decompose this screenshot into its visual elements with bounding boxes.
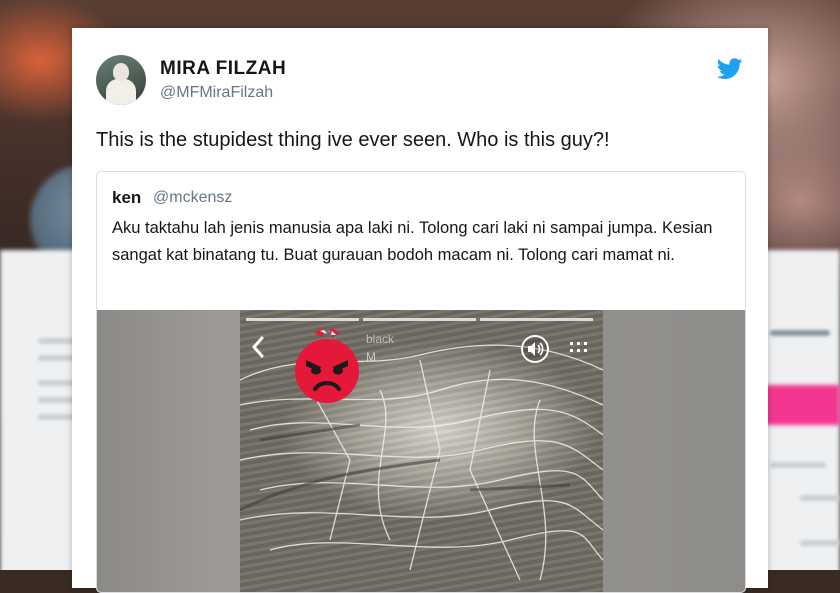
twitter-bird-icon[interactable] (717, 58, 743, 80)
volume-icon[interactable] (520, 334, 550, 364)
story-progress-2 (363, 318, 476, 321)
author-handle[interactable]: @MFMiraFilzah (160, 84, 273, 102)
story-progress-3 (480, 318, 593, 321)
tweet-card: MIRA FILZAH @MFMiraFilzah This is the st… (72, 28, 768, 593)
quoted-tweet-text: Aku taktahu lah jenis manusia apa laki n… (112, 219, 713, 264)
background-follow-button (760, 385, 840, 425)
story-progress-1 (246, 318, 359, 321)
chevron-left-icon[interactable] (250, 336, 266, 358)
video-frame[interactable]: black M (240, 310, 603, 592)
quoted-author-name[interactable]: ken (112, 188, 141, 208)
video-overlay-time: M (366, 350, 376, 364)
tweet-text: This is the stupidest thing ive ever see… (96, 129, 610, 151)
author-avatar[interactable] (96, 55, 146, 105)
more-icon[interactable] (568, 338, 590, 356)
video-overlay-username: black (366, 332, 395, 346)
author-name[interactable]: MIRA FILZAH (160, 58, 286, 80)
quoted-tweet[interactable]: ken @mckensz Aku taktahu lah jenis manus… (96, 171, 746, 593)
quoted-author-handle[interactable]: @mckensz (153, 189, 232, 207)
angry-face-emoji-icon (295, 328, 359, 403)
quoted-media[interactable]: black M (97, 310, 745, 592)
